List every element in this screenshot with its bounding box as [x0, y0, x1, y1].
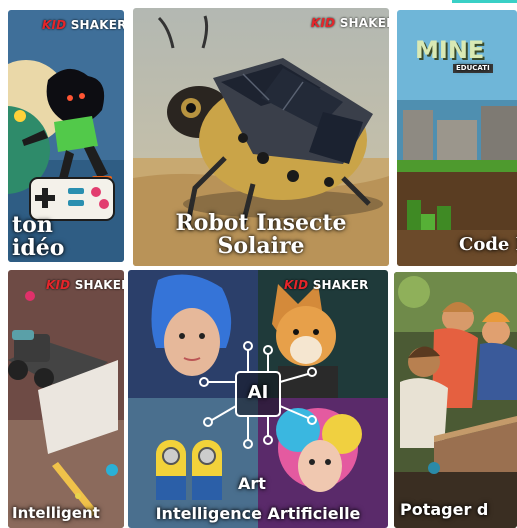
course-card-video-game[interactable]: KID SHAKER ton idéo [8, 10, 124, 262]
brand-shaker-text: SHAKER [339, 16, 389, 30]
brand-logo: KID SHAKER [42, 18, 124, 32]
card-title: Robot Insecte Solaire [133, 210, 389, 260]
brand-shaker-text: SHAKER [312, 278, 369, 292]
garden-kids-photo [394, 272, 517, 528]
brand-kid-text: KID [311, 16, 336, 30]
course-card-potager[interactable]: Potager d [394, 272, 517, 528]
robot-desk-illustration [8, 270, 124, 528]
minecraft-logo-text: MINE [415, 36, 485, 64]
brand-shaker-text: SHAKER [70, 18, 124, 32]
top-accent-bar [452, 0, 517, 3]
brand-logo: KID SHAKER [284, 278, 369, 292]
brand-kid-text: KID [46, 278, 71, 292]
brand-kid-text: KID [284, 278, 309, 292]
card-title-line1: ton [12, 212, 53, 238]
brand-kid-text: KID [42, 18, 67, 32]
card-title-line2: Solaire [217, 233, 305, 260]
card-title: Intelligent [12, 504, 100, 522]
art-label: Art [238, 474, 266, 493]
course-card-code-minecraft[interactable]: MINE EDUCATI Code M [397, 10, 517, 266]
course-card-robot-insecte-solaire[interactable]: KID SHAKER Robot Insecte Solaire [133, 8, 389, 266]
card-title: ton idéo [12, 212, 65, 262]
brand-shaker-text: SHAKER [74, 278, 124, 292]
card-title: Potager d [400, 500, 489, 519]
minecraft-logo-subtitle: EDUCATI [453, 64, 493, 74]
course-card-intelligence-artificielle[interactable]: KID SHAKER AI Art Intelligence Artificie… [128, 270, 388, 528]
card-title-line1: Robot Insecte [175, 210, 347, 236]
card-title-line2: idéo [12, 235, 65, 262]
brand-logo: KID SHAKER [311, 16, 389, 30]
course-card-intelligent[interactable]: KID SHAKER Intelligent [8, 270, 124, 528]
brand-logo: KID SHAKER [46, 278, 124, 292]
ai-chip-label: AI [247, 382, 269, 403]
card-title: Code M [459, 234, 517, 255]
card-title: Intelligence Artificielle [155, 504, 361, 523]
